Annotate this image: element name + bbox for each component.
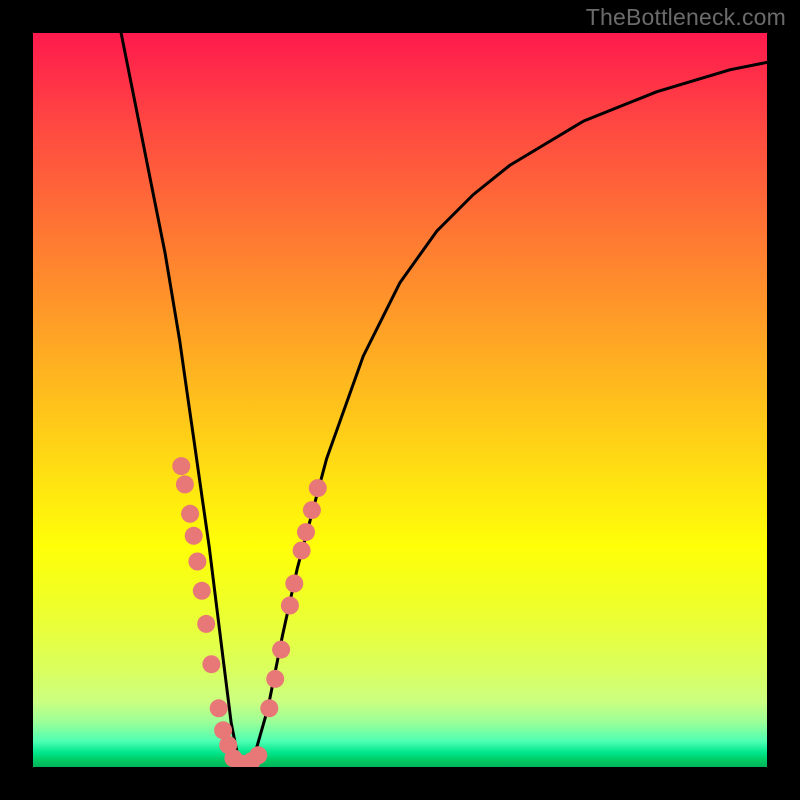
watermark-text: TheBottleneck.com [586,4,786,31]
left-branch-dots-point [185,527,203,545]
right-branch-dots-point [272,641,290,659]
curve-markers [172,457,326,767]
left-branch-dots-point [188,553,206,571]
left-branch-dots-point [172,457,190,475]
right-branch-dots-point [303,501,321,519]
right-branch-dots-point [285,575,303,593]
right-branch-dots-point [266,670,284,688]
left-branch-dots-point [210,699,228,717]
trough-dots-point [249,746,267,764]
right-branch-dots-point [297,523,315,541]
right-branch-dots-point [281,597,299,615]
chart-frame: TheBottleneck.com [0,0,800,800]
right-branch-dots-point [309,479,327,497]
chart-svg [33,33,767,767]
v-curve [121,33,767,767]
plot-area [33,33,767,767]
right-branch-dots-point [260,699,278,717]
left-branch-dots-point [202,655,220,673]
left-branch-dots-point [193,582,211,600]
left-branch-dots-point [181,505,199,523]
left-branch-dots-point [176,475,194,493]
right-branch-dots-point [293,542,311,560]
left-branch-dots-point [197,615,215,633]
